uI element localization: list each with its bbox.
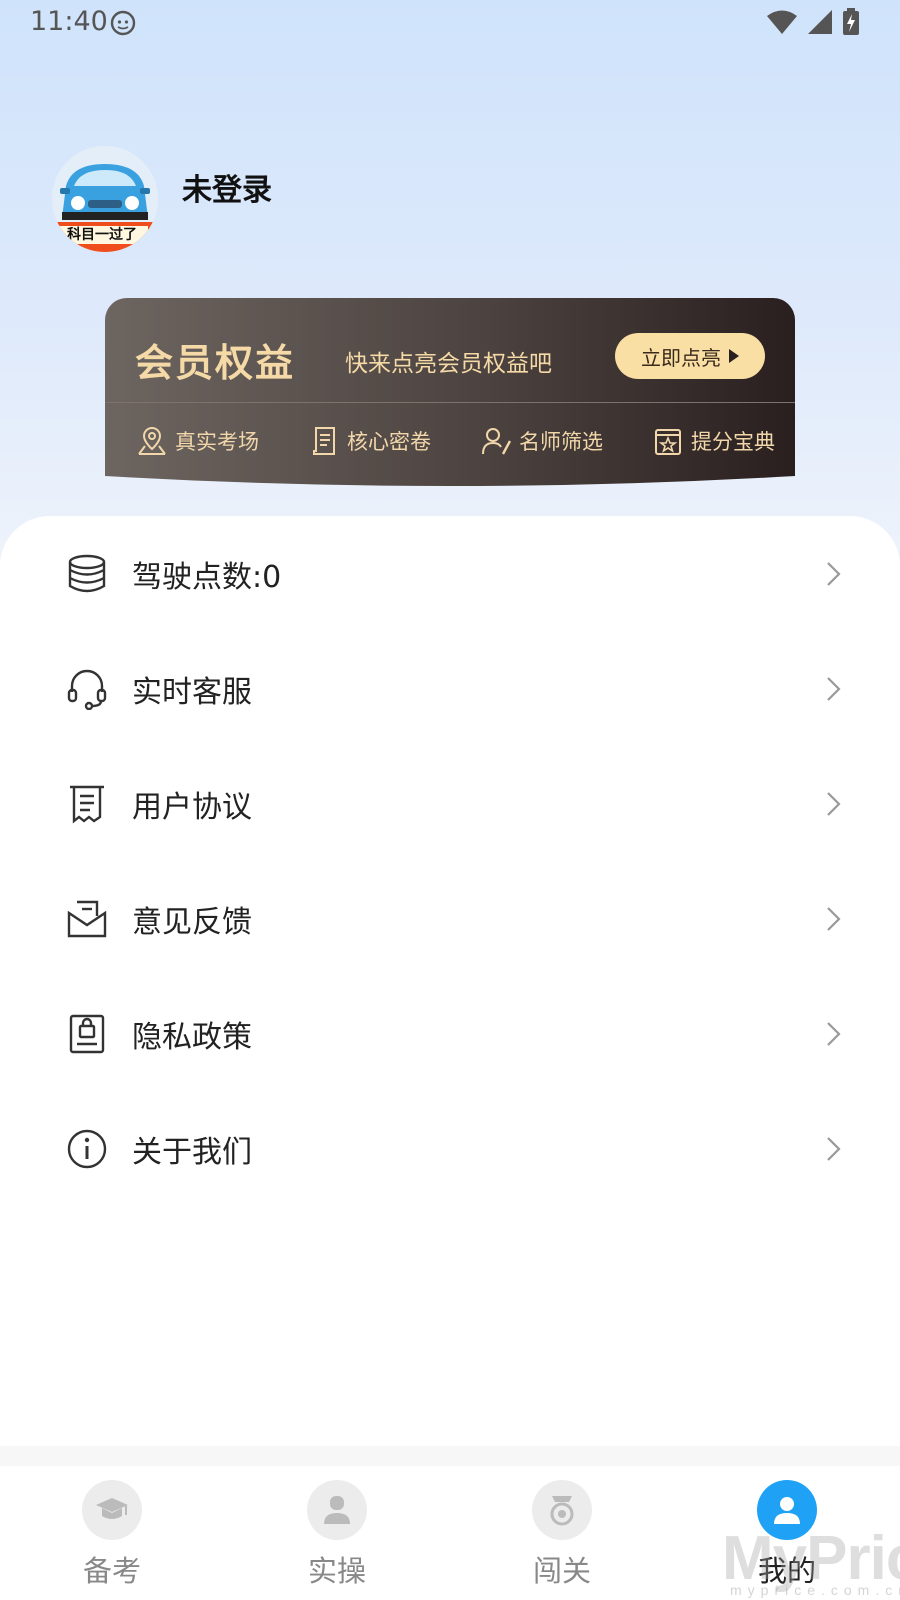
bottom-nav-divider: [0, 1446, 900, 1466]
avatar[interactable]: 科目一过了: [52, 146, 158, 252]
vip-feature-real-exam: 真实考场: [135, 424, 259, 458]
privacy-lock-icon: [69, 1014, 105, 1053]
menu-item-privacy-policy[interactable]: 隐私政策: [0, 976, 900, 1091]
menu-item-feedback[interactable]: 意见反馈: [0, 861, 900, 976]
status-time: 11:40: [30, 6, 108, 37]
menu-item-label: 实时客服: [132, 674, 252, 710]
watermark-subtext: myprice.com.cn: [730, 1582, 900, 1598]
menu-item-label: 用户协议: [132, 789, 252, 825]
vip-feature-label: 核心密卷: [347, 430, 431, 454]
menu-item-label: 驾驶点数:0: [132, 559, 282, 595]
chevron-right-icon: [827, 561, 841, 586]
menu-item-label: 意见反馈: [132, 904, 252, 940]
chevron-right-icon: [827, 906, 841, 931]
activate-vip-label: 立即点亮: [641, 345, 721, 370]
menu-item-user-agreement[interactable]: 用户协议: [0, 746, 900, 861]
feedback-mail-icon: [67, 900, 107, 937]
vip-card[interactable]: 会员权益 快来点亮会员权益吧 立即点亮 真实考场 核心密卷 名师筛选 提分宝典: [105, 298, 795, 494]
receipt-icon: [70, 785, 104, 823]
notification-cat-icon: [110, 10, 136, 36]
chevron-right-icon: [827, 1136, 841, 1161]
vip-feature-teacher: 名师筛选: [479, 424, 603, 458]
chevron-right-icon: [827, 791, 841, 816]
vip-feature-label: 名师筛选: [519, 430, 603, 454]
tab-label: 实操: [307, 1554, 366, 1588]
menu-item-label: 隐私政策: [132, 1019, 252, 1055]
info-icon: [67, 1129, 107, 1168]
tab-challenge[interactable]: 闯关: [497, 1480, 627, 1590]
vip-feature-score-guide: 提分宝典: [651, 424, 775, 458]
menu-item-customer-service[interactable]: 实时客服: [0, 631, 900, 746]
tab-label: 备考: [82, 1554, 141, 1588]
play-arrow-icon: [729, 349, 739, 363]
document-icon: [307, 424, 341, 458]
vip-divider: [105, 402, 795, 403]
avatar-caption: 科目一过了: [67, 227, 137, 243]
activate-vip-button[interactable]: 立即点亮: [615, 333, 765, 379]
vip-feature-label: 提分宝典: [691, 430, 775, 454]
tab-practice[interactable]: 实操: [272, 1480, 402, 1590]
menu-item-label: 关于我们: [132, 1134, 252, 1170]
medal-icon: [532, 1480, 592, 1540]
chevron-right-icon: [827, 1021, 841, 1046]
signal-icon: [808, 10, 832, 34]
status-icons: [766, 8, 860, 36]
vip-features: 真实考场 核心密卷 名师筛选 提分宝典: [135, 424, 775, 458]
menu-item-about-us[interactable]: 关于我们: [0, 1091, 900, 1206]
tab-label: 闯关: [532, 1554, 591, 1588]
login-status-label[interactable]: 未登录: [182, 165, 272, 209]
wifi-icon: [767, 10, 797, 34]
star-book-icon: [651, 424, 685, 458]
graduation-cap-icon: [82, 1480, 142, 1540]
battery-charging-icon: [843, 8, 859, 35]
person-icon: [307, 1480, 367, 1540]
status-bar: 11:40: [0, 0, 900, 48]
teacher-icon: [479, 424, 513, 458]
vip-subtitle: 快来点亮会员权益吧: [345, 351, 552, 377]
chevron-right-icon: [827, 676, 841, 701]
headset-icon: [67, 669, 107, 710]
menu-item-driving-points[interactable]: 驾驶点数:0: [0, 516, 900, 631]
vip-feature-label: 真实考场: [175, 430, 259, 454]
vip-feature-core-papers: 核心密卷: [307, 424, 431, 458]
coins-icon: [68, 554, 106, 592]
vip-title: 会员权益: [135, 341, 296, 385]
location-icon: [135, 424, 169, 458]
menu-card: 驾驶点数:0 实时客服 用户协议 意见反馈 隐私政策 关于我们: [0, 516, 900, 1446]
tab-prepare[interactable]: 备考: [47, 1480, 177, 1590]
